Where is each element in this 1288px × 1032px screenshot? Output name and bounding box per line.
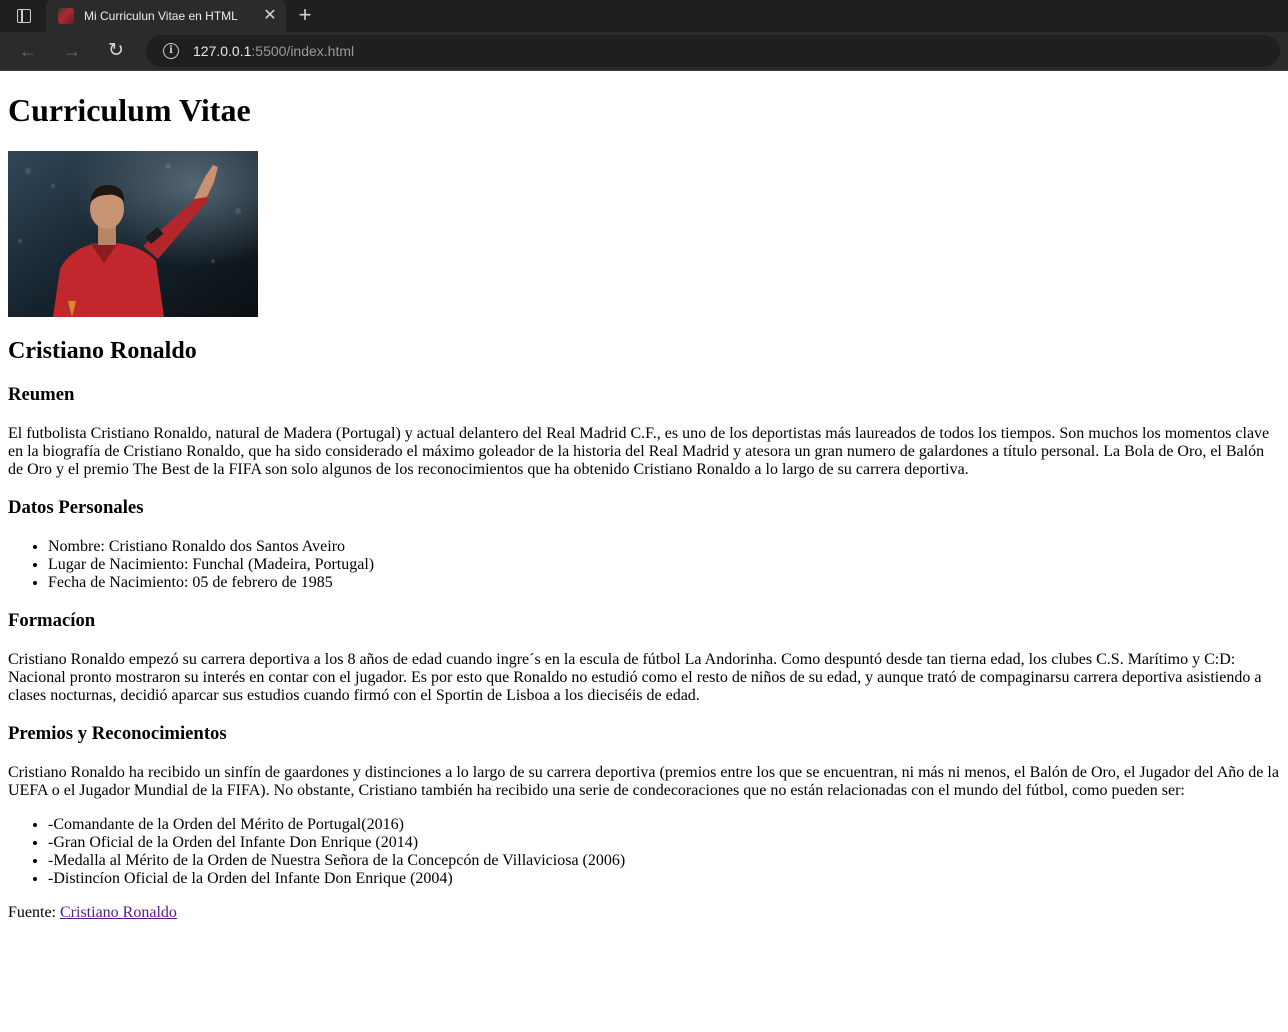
site-info-icon[interactable]: i xyxy=(163,43,179,59)
list-item: Lugar de Nacimiento: Funchal (Madeira, P… xyxy=(48,556,1280,574)
summary-text: El futbolista Cristiano Ronaldo, natural… xyxy=(8,425,1270,478)
new-tab-icon[interactable]: + xyxy=(294,4,316,26)
back-icon[interactable]: ← xyxy=(17,41,39,61)
tab-actions-icon[interactable] xyxy=(10,6,38,26)
tab-title: Mi Curriculun Vitae en HTML xyxy=(84,9,238,23)
source-label: Fuente: xyxy=(8,904,60,921)
list-item: -Medalla al Mérito de la Orden de Nuestr… xyxy=(48,852,1280,870)
list-item: Nombre: Cristiano Ronaldo dos Santos Ave… xyxy=(48,538,1280,556)
list-item: -Gran Oficial de la Orden del Infante Do… xyxy=(48,834,1280,852)
page-content: Curriculum Vitae Cristiano Ronaldo Reume… xyxy=(0,92,1288,922)
list-item: -Distincíon Oficial de la Orden del Infa… xyxy=(48,870,1280,888)
source-line: Fuente: Cristiano Ronaldo xyxy=(8,904,1280,922)
url-host: 127.0.0.1 xyxy=(193,43,252,59)
forward-icon[interactable]: → xyxy=(61,41,83,61)
personal-heading: Datos Personales xyxy=(8,497,144,518)
reload-icon[interactable]: ↻ xyxy=(105,41,127,61)
favicon-icon xyxy=(58,8,74,24)
education-heading: Formacíon xyxy=(8,610,96,631)
tab-strip: Mi Curriculun Vitae en HTML ✕ + xyxy=(0,0,1288,32)
url-path: :5500/index.html xyxy=(251,43,355,59)
active-tab[interactable]: Mi Curriculun Vitae en HTML ✕ xyxy=(46,0,286,32)
awards-heading: Premios y Reconocimientos xyxy=(8,723,227,744)
person-name: Cristiano Ronaldo xyxy=(8,338,197,364)
page-title: Curriculum Vitae xyxy=(8,92,251,128)
list-item: -Comandante de la Orden del Mérito de Po… xyxy=(48,816,1280,834)
url-text[interactable]: 127.0.0.1:5500/index.html xyxy=(193,43,354,59)
list-item: Fecha de Nacimiento: 05 de febrero de 19… xyxy=(48,574,1280,592)
education-text: Cristiano Ronaldo empezó su carrera depo… xyxy=(8,651,1262,704)
profile-photo xyxy=(8,151,258,317)
source-link[interactable]: Cristiano Ronaldo xyxy=(60,904,177,921)
awards-text: Cristiano Ronaldo ha recibido un sinfín … xyxy=(8,764,1279,799)
close-tab-icon[interactable]: ✕ xyxy=(260,8,280,24)
personal-list: Nombre: Cristiano Ronaldo dos Santos Ave… xyxy=(8,538,1280,592)
awards-list: -Comandante de la Orden del Mérito de Po… xyxy=(8,816,1280,888)
address-bar[interactable]: i 127.0.0.1:5500/index.html xyxy=(146,35,1280,67)
summary-heading: Reumen xyxy=(8,384,75,405)
browser-toolbar: ← → ↻ i 127.0.0.1:5500/index.html xyxy=(0,32,1288,71)
